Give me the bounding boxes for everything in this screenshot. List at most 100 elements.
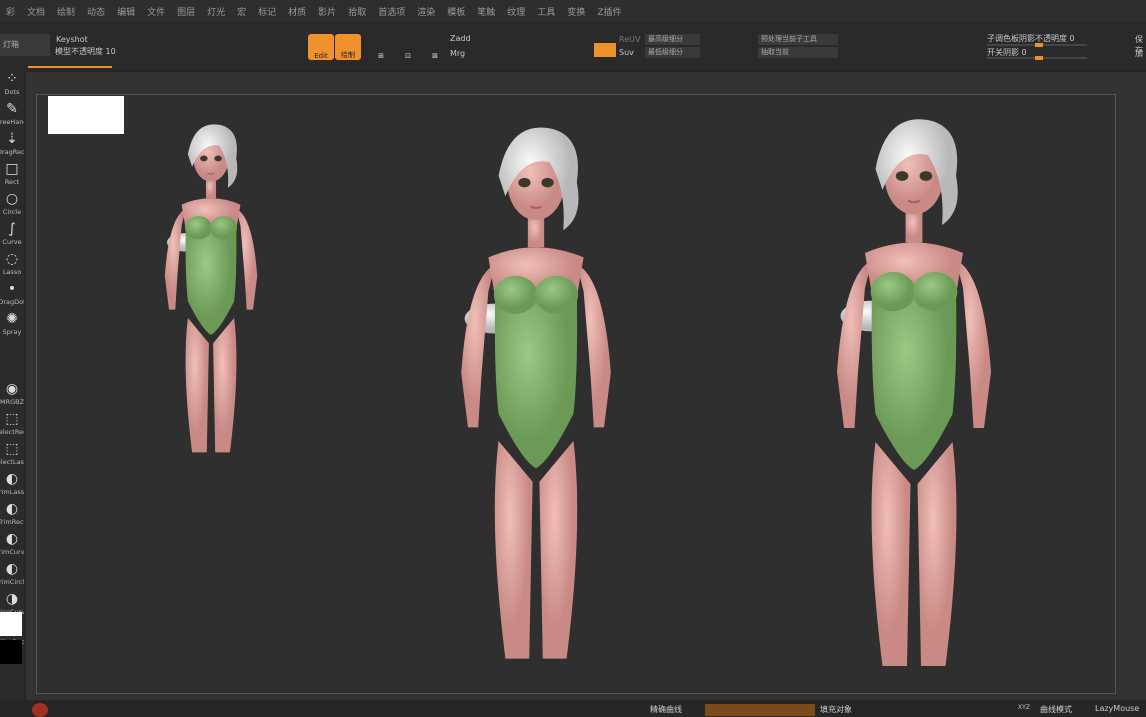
tool-lasso[interactable]: ◌ Lasso — [0, 250, 24, 280]
tool-selectrect[interactable]: ⬚SelectRect — [0, 410, 24, 440]
tool-label: DragDot — [0, 298, 24, 306]
suv-button[interactable]: Suv — [619, 48, 634, 57]
menu-item[interactable]: 编辑 — [111, 5, 141, 18]
menu-item[interactable]: 文档 — [21, 5, 51, 18]
trimlasso-icon: ◐ — [5, 471, 19, 487]
zadd-button[interactable]: Zadd — [450, 34, 471, 43]
tool-trimcurve[interactable]: ◐TrimCurve — [0, 530, 24, 560]
opacity-value[interactable]: 10 — [106, 47, 116, 56]
opacity-label-text: 模型不透明度 — [55, 47, 103, 56]
highest-subdiv-button[interactable]: 最高级细分 — [645, 34, 700, 45]
menu-bar: 彩文档 绘制 动态 编辑 文件 图层 灯光宏标记 材质 影片 拾取 首选项 渲染 模板 笔触 纹理 工具 变换 Z… — [0, 0, 1146, 22]
menu-item[interactable]: 宏 — [231, 5, 252, 18]
tool-trimcircle[interactable]: ◐TrimCircle — [0, 560, 24, 590]
tool-spray[interactable]: ✺ Spray — [0, 310, 24, 340]
keyshot-button[interactable]: Keyshot — [56, 35, 88, 44]
menu-item[interactable]: 彩 — [0, 5, 21, 18]
extract-button[interactable]: 抽取当前 — [758, 47, 838, 58]
character-left — [164, 123, 258, 454]
preprocess-button[interactable]: 预处理当前子工具 — [758, 34, 838, 45]
menu-item[interactable]: 标记 — [252, 5, 282, 18]
tool-dots[interactable]: ⁘ Dots — [0, 70, 24, 100]
curve-slider[interactable] — [705, 704, 815, 716]
tool-curve[interactable]: ∫ Curve — [0, 220, 24, 250]
precise-curve-button[interactable]: 精确曲线 — [650, 704, 682, 715]
menu-item[interactable]: 变换 — [561, 5, 591, 18]
draw-label: 绘制 — [341, 51, 355, 59]
menu-item[interactable]: 灯光 — [201, 5, 231, 18]
material-sphere-icon[interactable] — [32, 703, 48, 717]
tool-label: FreeHand — [0, 118, 24, 126]
trimcircle-icon: ◐ — [5, 561, 19, 577]
selectlasso-icon: ⬚ — [5, 441, 19, 457]
menu-item[interactable]: 笔触 — [471, 5, 501, 18]
top-toolbar: 灯箱 Keyshot 模型不透明度 10 Edit 绘制 ⊞ ⊡ ⊠ Zadd … — [0, 22, 1146, 70]
sub-palette-shadow-value: 0 — [1069, 34, 1075, 43]
secondary-color-swatch[interactable] — [0, 640, 22, 664]
fill-object-button[interactable]: 填充对象 — [820, 704, 852, 715]
menu-item[interactable]: 纹理 — [501, 5, 531, 18]
trimcurve-icon: ◐ — [5, 531, 19, 547]
move-button[interactable]: ⊞ — [368, 34, 394, 60]
menu-item[interactable]: Z插件 — [591, 5, 627, 18]
dragdot-icon: • — [7, 281, 17, 297]
sub-palette-shadow-track[interactable] — [987, 43, 1087, 47]
menu-item[interactable]: 渲染 — [411, 5, 441, 18]
rotate-button[interactable]: ⊠ — [422, 34, 448, 60]
tool-dragdot[interactable]: •DragDot — [0, 280, 24, 310]
tool-circle[interactable]: ○ Circle — [0, 190, 24, 220]
menu-item[interactable]: 绘制 — [51, 5, 81, 18]
reuv-button[interactable]: ReUV — [619, 35, 640, 44]
sub-palette-shadow-label: 子调色板阴影不透明度 — [987, 34, 1067, 43]
menu-item[interactable]: 工具 — [531, 5, 561, 18]
canvas-viewport[interactable] — [26, 72, 1146, 700]
suv-toggle[interactable] — [594, 43, 616, 57]
freehand-icon: ✎ — [6, 101, 18, 117]
mrgbz-icon: ◉ — [5, 381, 19, 397]
tool-label: TrimLasso — [0, 488, 24, 496]
add-button[interactable]: 加 — [1135, 48, 1143, 59]
slicecurve-icon: ◑ — [5, 591, 19, 607]
tool-selectlasso[interactable]: ⬚SelectLasso — [0, 440, 24, 470]
menu-item[interactable]: 文件 — [141, 5, 171, 18]
tool-freehand[interactable]: ✎FreeHand — [0, 100, 24, 130]
selectrect-icon: ⬚ — [5, 411, 19, 427]
bottom-bar: 精确曲线 填充对象 XYZ 曲线模式 LazyMouse — [0, 700, 1146, 717]
curve-mode-button[interactable]: 曲线模式 — [1040, 704, 1072, 715]
lightbox-button[interactable]: 灯箱 — [0, 34, 50, 56]
opacity-label: 模型不透明度 10 — [55, 46, 116, 57]
lowest-subdiv-button[interactable]: 最低级细分 — [645, 47, 700, 58]
sub-palette-shadow-slider[interactable]: 子调色板阴影不透明度 0 — [987, 33, 1075, 44]
lazymouse-button[interactable]: LazyMouse — [1095, 704, 1139, 713]
toggle-shadow-value: 0 — [1021, 48, 1027, 57]
tool-trimrect[interactable]: ◐TrimRect — [0, 500, 24, 530]
circle-icon: ○ — [5, 191, 19, 207]
rect-icon: □ — [5, 161, 19, 177]
menu-item[interactable]: 影片 — [312, 5, 342, 18]
menu-item[interactable]: 材质 — [282, 5, 312, 18]
main-color-swatch[interactable] — [0, 612, 22, 636]
character-right — [835, 118, 993, 668]
scale-button[interactable]: ⊡ — [395, 34, 421, 60]
progress-slider[interactable] — [28, 66, 112, 68]
edit-button[interactable]: Edit — [308, 34, 334, 60]
tool-label: DragRect — [0, 148, 24, 156]
tool-label: Curve — [2, 238, 22, 246]
mrgb-button[interactable]: Mrg — [450, 49, 465, 58]
tool-trimlasso[interactable]: ◐TrimLasso — [0, 470, 24, 500]
menu-item[interactable]: 动态 — [81, 5, 111, 18]
tool-rect[interactable]: □ Rect — [0, 160, 24, 190]
tool-mrgbz[interactable]: ◉ MRGBZ — [0, 380, 24, 410]
menu-item[interactable]: 图层 — [171, 5, 201, 18]
lasso-icon: ◌ — [5, 251, 19, 267]
tool-label: TrimCircle — [0, 578, 24, 586]
menu-item[interactable]: 模板 — [441, 5, 471, 18]
menu-item[interactable]: 拾取 — [342, 5, 372, 18]
tool-label: SelectLasso — [0, 458, 24, 466]
xyz-toggle[interactable]: XYZ — [1018, 704, 1030, 711]
curve-icon: ∫ — [8, 221, 16, 237]
tool-dragrect[interactable]: ⇣DragRect — [0, 130, 24, 160]
draw-button[interactable]: 绘制 — [335, 34, 361, 60]
menu-item[interactable]: 首选项 — [372, 5, 411, 18]
toggle-shadow-track[interactable] — [987, 56, 1087, 60]
